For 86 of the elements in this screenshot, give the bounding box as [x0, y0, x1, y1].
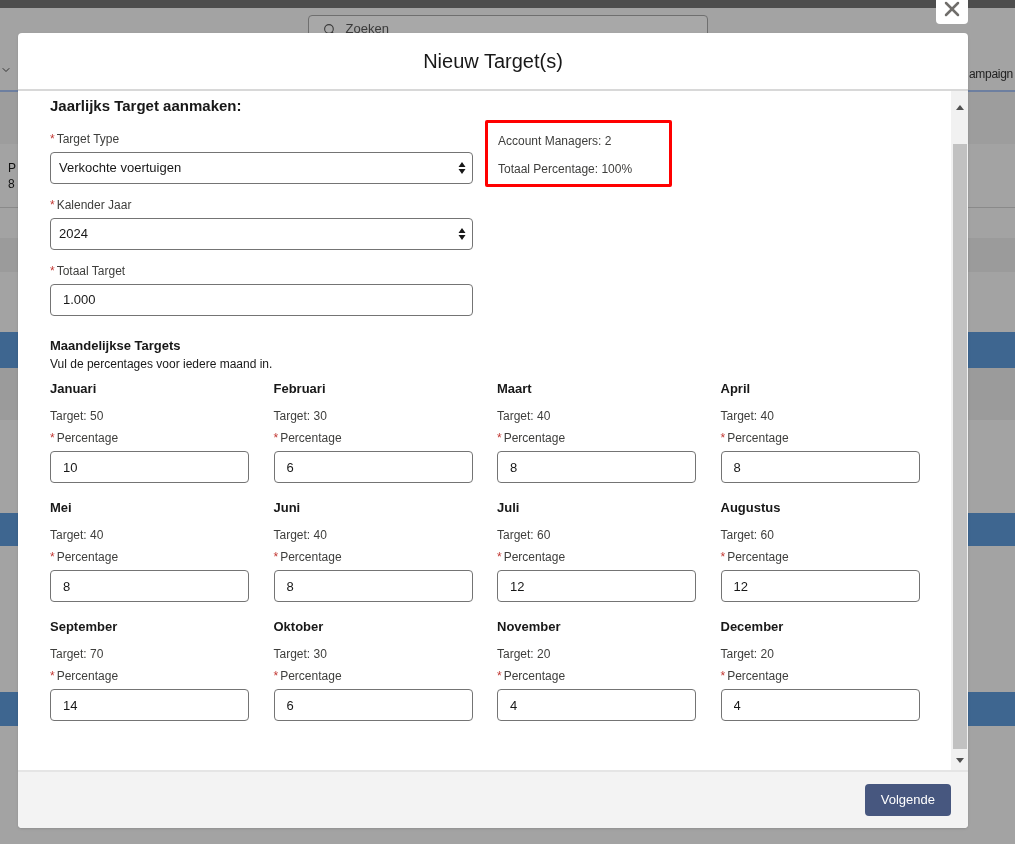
- select-field[interactable]: 2024: [50, 217, 473, 250]
- month-name: Juli: [497, 499, 521, 517]
- required-mark: *: [273, 668, 279, 685]
- month-target: Target: 40: [497, 408, 552, 425]
- field-label: Totaal Target: [56, 262, 126, 280]
- month-target: Target: 40: [273, 527, 328, 544]
- field-label: Percentage: [503, 549, 566, 566]
- month-target: Target: 50: [50, 408, 105, 425]
- month-name: April: [720, 380, 752, 398]
- input-field[interactable]: 1.000: [50, 283, 473, 316]
- month-target: Target: 30: [273, 408, 328, 425]
- dialog-title: Nieuw Target(s): [423, 49, 563, 74]
- required-mark: *: [720, 430, 726, 447]
- percentage-field[interactable]: 6: [273, 451, 473, 483]
- month-name: Juni: [273, 499, 302, 517]
- search-icon: [322, 22, 336, 36]
- month-name: November: [497, 618, 562, 636]
- percentage-field[interactable]: 10: [50, 451, 249, 483]
- required-mark: *: [273, 549, 279, 566]
- sort-arrows-icon: [458, 226, 466, 241]
- background-text: P: [8, 159, 17, 176]
- percentage-field[interactable]: 8: [497, 451, 696, 483]
- month-name: Januari: [50, 380, 98, 398]
- month-target: Target: 60: [720, 527, 775, 544]
- summary-text: Account Managers: 2: [498, 132, 613, 150]
- field-label: Percentage: [503, 668, 566, 685]
- required-mark: *: [50, 130, 55, 148]
- month-target: Target: 20: [720, 646, 775, 663]
- summary-text: Totaal Percentage: 100%: [498, 160, 634, 178]
- field-label: Percentage: [56, 549, 119, 566]
- percentage-field[interactable]: 12: [720, 570, 920, 602]
- field-label: Percentage: [727, 549, 789, 566]
- field-label: Percentage: [503, 430, 566, 447]
- field-label: Percentage: [727, 668, 789, 685]
- field-label: Percentage: [280, 549, 342, 566]
- required-mark: *: [50, 262, 55, 280]
- percentage-field[interactable]: 4: [720, 689, 920, 721]
- required-mark: *: [50, 668, 55, 685]
- month-target: Target: 30: [273, 646, 328, 663]
- month-target: Target: 60: [497, 527, 552, 544]
- field-label: Kalender Jaar: [56, 196, 132, 214]
- month-target: Target: 70: [50, 646, 105, 663]
- required-mark: *: [273, 430, 279, 447]
- month-name: Mei: [50, 499, 73, 517]
- required-mark: *: [720, 668, 726, 685]
- section-hint: Vul de percentages voor iedere maand in.: [50, 356, 274, 373]
- month-target: Target: 40: [720, 408, 775, 425]
- required-mark: *: [720, 549, 726, 566]
- month-name: September: [50, 618, 119, 636]
- required-mark: *: [50, 549, 55, 566]
- month-name: December: [720, 618, 785, 636]
- section-heading: Maandelijkse Targets: [50, 336, 182, 355]
- required-mark: *: [497, 430, 502, 447]
- scrollbar[interactable]: [951, 91, 968, 770]
- required-mark: *: [497, 549, 502, 566]
- field-label: Target Type: [56, 130, 120, 148]
- required-mark: *: [50, 430, 55, 447]
- sort-arrows-icon: [458, 160, 466, 175]
- next-button[interactable]: Volgende: [864, 784, 951, 816]
- close-button[interactable]: [936, 0, 968, 24]
- field-label: Percentage: [727, 430, 789, 447]
- month-name: Augustus: [720, 499, 782, 517]
- month-name: Maart: [497, 380, 533, 398]
- month-target: Target: 40: [50, 527, 105, 544]
- percentage-field[interactable]: 4: [497, 689, 696, 721]
- field-label: Percentage: [56, 668, 119, 685]
- background-text: ampaign: [969, 66, 1013, 83]
- section-heading: Jaarlijks Target aanmaken:: [50, 96, 243, 116]
- percentage-field[interactable]: 12: [497, 570, 696, 602]
- field-label: Percentage: [280, 668, 342, 685]
- field-label: Percentage: [56, 430, 119, 447]
- month-name: Oktober: [273, 618, 325, 636]
- percentage-field[interactable]: 6: [273, 689, 473, 721]
- scroll-down-icon: [955, 758, 964, 763]
- scroll-up-icon: [955, 105, 964, 110]
- month-target: Target: 20: [497, 646, 552, 663]
- month-name: Februari: [273, 380, 327, 398]
- select-field[interactable]: Verkochte voertuigen: [50, 151, 473, 184]
- percentage-field[interactable]: 14: [50, 689, 249, 721]
- required-mark: *: [497, 668, 502, 685]
- percentage-field[interactable]: 8: [720, 451, 920, 483]
- field-label: Percentage: [280, 430, 342, 447]
- percentage-field[interactable]: 8: [273, 570, 473, 602]
- percentage-field[interactable]: 8: [50, 570, 249, 602]
- required-mark: *: [50, 196, 55, 214]
- background-text: 8: [8, 175, 16, 192]
